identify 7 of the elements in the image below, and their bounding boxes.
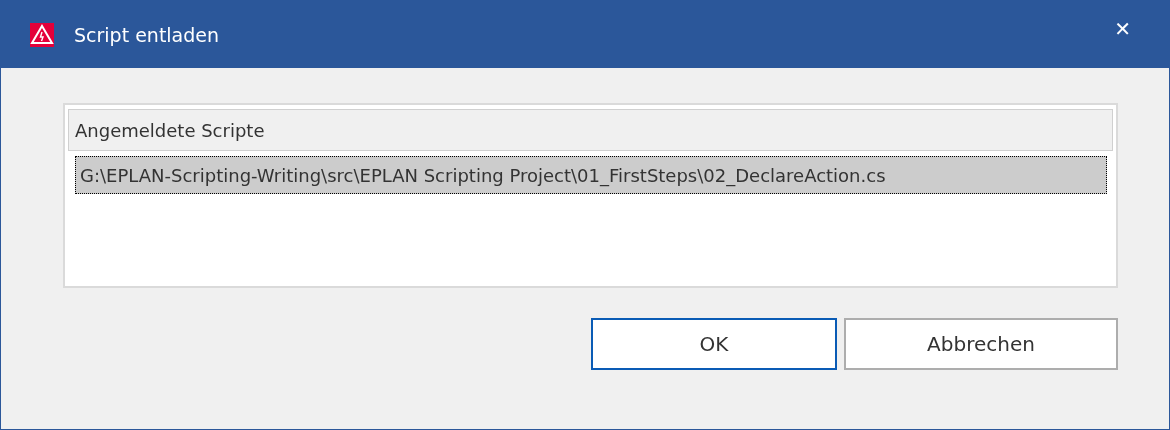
cancel-button[interactable]: Abbrechen xyxy=(844,318,1118,370)
warning-icon xyxy=(30,22,54,47)
window-title: Script entladen xyxy=(74,23,220,46)
column-header[interactable]: Angemeldete Scripte xyxy=(68,109,1113,151)
ok-button[interactable]: OK xyxy=(591,318,837,370)
list-item[interactable]: G:\EPLAN-Scripting-Writing\src\EPLAN Scripting Project\01_FirstSteps\02_DeclareAction.cs xyxy=(75,156,1107,194)
close-button[interactable]: ✕ xyxy=(1106,13,1139,45)
